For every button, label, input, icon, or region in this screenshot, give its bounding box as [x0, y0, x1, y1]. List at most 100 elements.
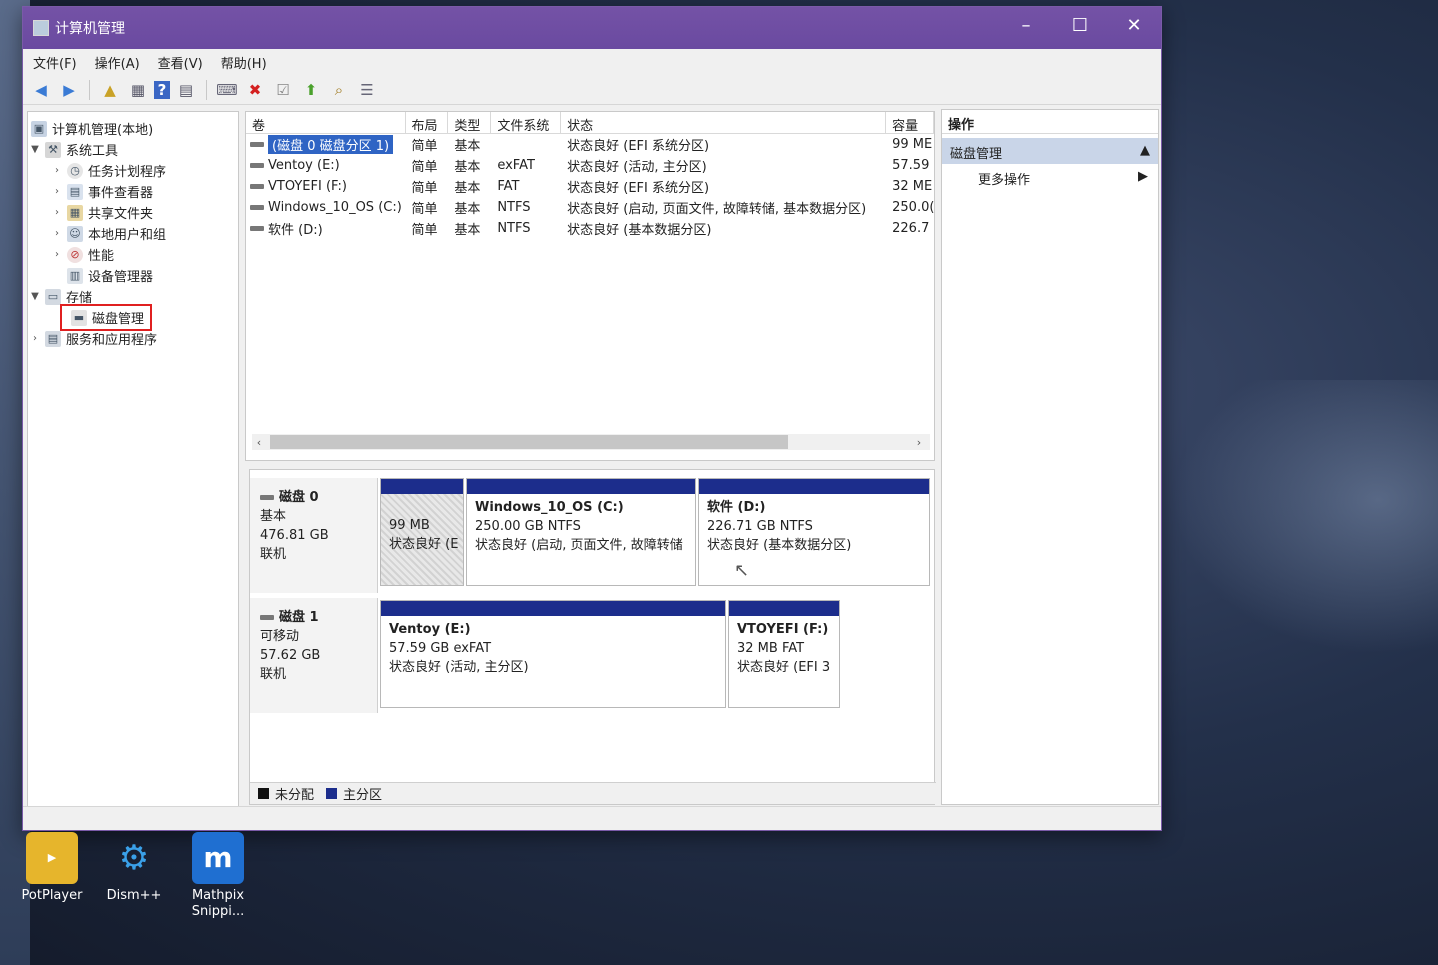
desktop-wallpaper-accent	[1138, 380, 1438, 680]
menu-file[interactable]: 文件(F)	[33, 53, 77, 72]
storage-icon: ▭	[45, 288, 61, 305]
unallocated-swatch	[258, 788, 269, 799]
menu-help[interactable]: 帮助(H)	[221, 53, 267, 72]
col-type[interactable]: 类型	[448, 112, 492, 134]
scroll-right-icon[interactable]: ›	[912, 436, 926, 449]
drive-icon	[250, 163, 264, 168]
selection-highlight: ▬ 磁盘管理	[60, 304, 153, 331]
app-icon	[33, 20, 49, 36]
chevron-down-icon[interactable]: ▼	[28, 291, 42, 302]
delete-icon[interactable]: ✖	[243, 78, 267, 102]
disk-icon	[260, 615, 274, 620]
volume-list: 卷 布局 类型 文件系统 状态 容量 (磁盘 0 磁盘分区 1) 简单 基本 状…	[245, 111, 935, 461]
chevron-right-icon[interactable]: ›	[50, 186, 64, 197]
minimize-button[interactable]: –	[999, 7, 1053, 43]
tree-event-viewer[interactable]: › ▤ 事件查看器	[28, 181, 238, 202]
table-row[interactable]: Ventoy (E:) 简单 基本 exFAT 状态良好 (活动, 主分区) 5…	[246, 155, 934, 176]
disk-icon: ▬	[71, 309, 87, 326]
toolbar-separator	[89, 79, 90, 100]
panel-icon[interactable]: ▤	[174, 78, 198, 102]
tree-device-manager[interactable]: ▥ 设备管理器	[28, 265, 238, 286]
drive-icon	[250, 142, 264, 147]
center-pane: 卷 布局 类型 文件系统 状态 容量 (磁盘 0 磁盘分区 1) 简单 基本 状…	[245, 111, 936, 805]
col-capacity[interactable]: 容量	[886, 112, 934, 134]
col-layout[interactable]: 布局	[406, 112, 449, 134]
chevron-right-icon[interactable]: ›	[28, 333, 42, 344]
drive-icon	[250, 205, 264, 210]
tree-shared-folders[interactable]: › ▦ 共享文件夹	[28, 202, 238, 223]
col-filesystem[interactable]: 文件系统	[491, 112, 562, 134]
table-row[interactable]: 软件 (D:) 简单 基本 NTFS 状态良好 (基本数据分区) 226.7	[246, 218, 934, 239]
desktop-icon-dism[interactable]: ⚙ Dism++	[96, 832, 172, 904]
clock-icon: ◷	[67, 162, 83, 179]
tree-disk-management[interactable]: ▬ 磁盘管理	[28, 304, 238, 331]
maximize-button[interactable]: ☐	[1053, 7, 1107, 43]
partition-d[interactable]: 软件 (D:) 226.71 GB NTFS 状态良好 (基本数据分区)	[698, 478, 930, 586]
actions-pane: 操作 磁盘管理 ▲ 更多操作 ▶	[941, 109, 1159, 805]
desktop-icon-potplayer[interactable]: ▶ PotPlayer	[14, 832, 90, 904]
table-row[interactable]: Windows_10_OS (C:) 简单 基本 NTFS 状态良好 (启动, …	[246, 197, 934, 218]
mathpix-icon: m	[192, 832, 244, 884]
disk-0-label[interactable]: 磁盘 0 基本 476.81 GB 联机	[250, 478, 378, 593]
help-icon[interactable]: ?	[154, 80, 170, 99]
chevron-right-icon[interactable]: ›	[50, 207, 64, 218]
scroll-left-icon[interactable]: ‹	[252, 436, 266, 449]
partition-bar	[699, 479, 929, 494]
back-icon[interactable]: ◀	[29, 78, 53, 102]
partition-bar	[729, 601, 839, 616]
actions-header: 操作	[942, 110, 1158, 134]
partition-e[interactable]: Ventoy (E:) 57.59 GB exFAT 状态良好 (活动, 主分区…	[380, 600, 726, 708]
menu-view[interactable]: 查看(V)	[158, 53, 203, 72]
event-icon: ▤	[67, 183, 83, 200]
connect-icon[interactable]: ⌨	[215, 78, 239, 102]
col-volume[interactable]: 卷	[246, 112, 406, 134]
collapse-up-icon[interactable]: ▲	[1140, 143, 1150, 159]
table-row[interactable]: VTOYEFI (F:) 简单 基本 FAT 状态良好 (EFI 系统分区) 3…	[246, 176, 934, 197]
tree-root[interactable]: ▣ 计算机管理(本地)	[28, 118, 238, 139]
tree-local-users[interactable]: › ☺ 本地用户和组	[28, 223, 238, 244]
computer-management-window: 计算机管理 – ☐ ✕ 文件(F) 操作(A) 查看(V) 帮助(H) ◀ ▶ …	[22, 6, 1162, 831]
partition-bar	[381, 479, 463, 494]
desktop-icon-mathpix[interactable]: m Mathpix Snippi...	[180, 832, 256, 920]
volume-list-header: 卷 布局 类型 文件系统 状态 容量	[246, 112, 934, 134]
chevron-down-icon[interactable]: ▼	[28, 144, 42, 155]
primary-swatch	[326, 788, 338, 799]
title-bar[interactable]: 计算机管理 – ☐ ✕	[23, 7, 1161, 49]
tree-performance[interactable]: › ⊘ 性能	[28, 244, 238, 265]
properties-icon[interactable]: ☰	[355, 78, 379, 102]
partition-efi-disk0[interactable]: 99 MB 状态良好 (E	[380, 478, 464, 586]
check-icon[interactable]: ☑	[271, 78, 295, 102]
partition-c[interactable]: Windows_10_OS (C:) 250.00 GB NTFS 状态良好 (…	[466, 478, 696, 586]
tree-system-tools[interactable]: ▼ ⚒ 系统工具	[28, 139, 238, 160]
actions-section-disk-management[interactable]: 磁盘管理 ▲	[942, 138, 1158, 164]
chevron-right-icon[interactable]: ›	[50, 165, 64, 176]
close-button[interactable]: ✕	[1107, 7, 1161, 43]
mouse-cursor-icon: ↖	[734, 560, 750, 581]
tools-icon: ⚒	[45, 141, 61, 158]
chevron-right-icon[interactable]: ›	[50, 228, 64, 239]
scrollbar-thumb[interactable]	[270, 435, 788, 449]
horizontal-scrollbar[interactable]: ‹ ›	[252, 434, 930, 450]
potplayer-icon: ▶	[26, 832, 78, 884]
chevron-right-icon: ▶	[1138, 169, 1148, 184]
more-actions[interactable]: 更多操作 ▶	[942, 164, 1158, 190]
show-hide-tree-icon[interactable]: ▦	[126, 78, 150, 102]
up-folder-icon[interactable]: ▲	[98, 78, 122, 102]
computer-icon: ▣	[31, 120, 47, 137]
forward-icon[interactable]: ▶	[57, 78, 81, 102]
tree-task-scheduler[interactable]: › ◷ 任务计划程序	[28, 160, 238, 181]
partition-bar	[467, 479, 695, 494]
menu-action[interactable]: 操作(A)	[95, 53, 140, 72]
toolbar-separator	[206, 79, 207, 100]
users-icon: ☺	[67, 225, 83, 242]
navigation-tree: ▣ 计算机管理(本地) ▼ ⚒ 系统工具 › ◷ 任务计划程序 › ▤ 事件查看…	[27, 111, 239, 811]
shared-folder-icon: ▦	[67, 204, 83, 221]
partition-f[interactable]: VTOYEFI (F:) 32 MB FAT 状态良好 (EFI 3	[728, 600, 840, 708]
import-icon[interactable]: ⬆	[299, 78, 323, 102]
search-icon[interactable]: ⌕	[327, 78, 351, 102]
disk-1-label[interactable]: 磁盘 1 可移动 57.62 GB 联机	[250, 598, 378, 713]
chevron-right-icon[interactable]: ›	[50, 249, 64, 260]
table-row[interactable]: (磁盘 0 磁盘分区 1) 简单 基本 状态良好 (EFI 系统分区) 99 M…	[246, 134, 934, 155]
col-status[interactable]: 状态	[561, 112, 887, 134]
tree-services[interactable]: › ▤ 服务和应用程序	[28, 328, 238, 349]
